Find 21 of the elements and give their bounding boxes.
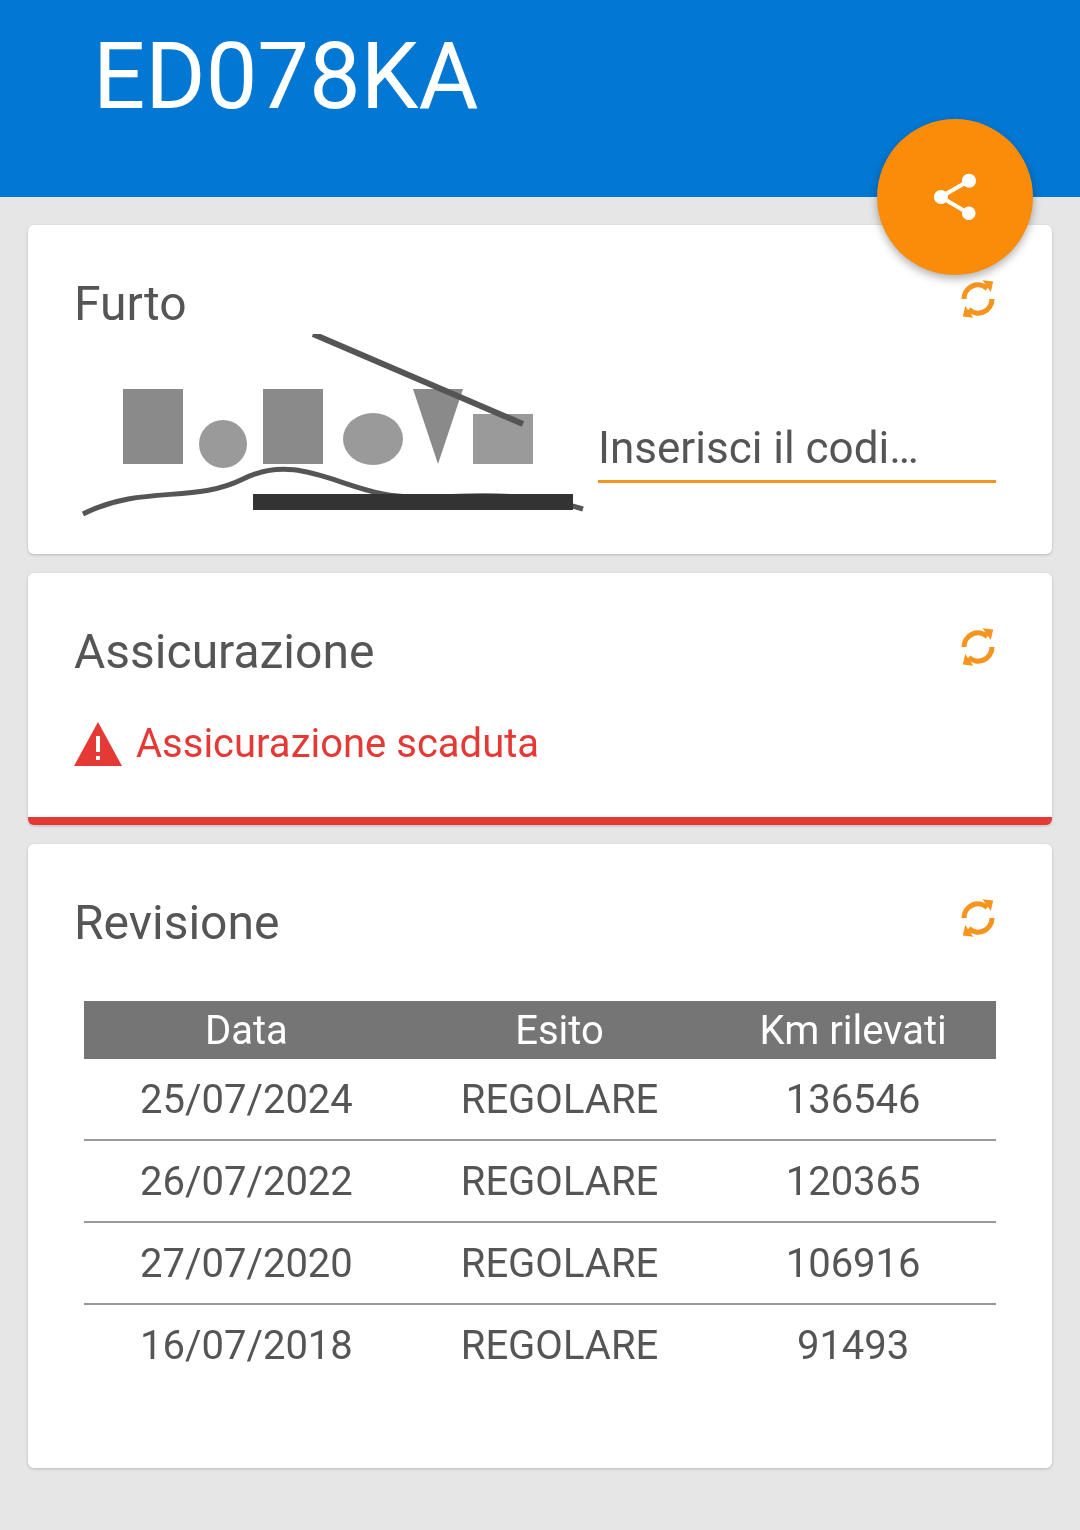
alert-text: Assicurazione scaduta bbox=[136, 720, 540, 767]
table-cell: REGOLARE bbox=[408, 1304, 711, 1385]
table-cell: 91493 bbox=[710, 1304, 996, 1385]
table-cell: 25/07/2024 bbox=[84, 1059, 409, 1140]
table-cell: 26/07/2022 bbox=[84, 1140, 409, 1222]
warning-icon bbox=[74, 721, 122, 766]
table-cell: REGOLARE bbox=[408, 1222, 711, 1304]
table-cell: 120365 bbox=[710, 1140, 996, 1222]
column-header: Esito bbox=[408, 1001, 711, 1059]
table-cell: REGOLARE bbox=[408, 1140, 711, 1222]
card-title: Revisione bbox=[74, 893, 280, 951]
column-header: Data bbox=[84, 1001, 409, 1059]
plate-title: ED078KA bbox=[93, 22, 479, 132]
table-cell: 27/07/2020 bbox=[84, 1222, 409, 1304]
column-header: Km rilevati bbox=[710, 1001, 996, 1059]
table-cell: 136546 bbox=[710, 1059, 996, 1140]
table-cell: 106916 bbox=[710, 1222, 996, 1304]
card-title: Furto bbox=[74, 274, 187, 332]
table-cell: REGOLARE bbox=[408, 1059, 711, 1140]
card-title: Assicurazione bbox=[74, 622, 375, 680]
table-cell: 16/07/2018 bbox=[84, 1304, 409, 1385]
